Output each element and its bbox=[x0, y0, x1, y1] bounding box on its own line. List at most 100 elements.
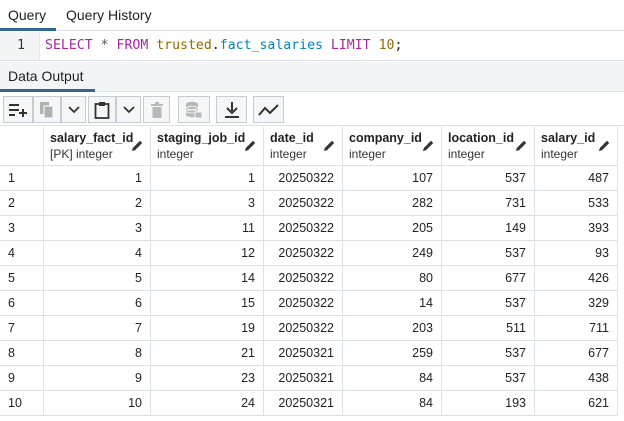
column-header[interactable]: location_id integer bbox=[442, 127, 535, 166]
table-cell[interactable]: 426 bbox=[535, 266, 618, 291]
delete-icon bbox=[150, 101, 163, 118]
row-number[interactable]: 7 bbox=[0, 316, 44, 341]
table-cell[interactable]: 20250322 bbox=[264, 241, 343, 266]
table-cell[interactable]: 193 bbox=[442, 391, 535, 416]
table-cell[interactable]: 80 bbox=[343, 266, 442, 291]
table-cell[interactable]: 533 bbox=[535, 191, 618, 216]
row-number[interactable]: 6 bbox=[0, 291, 44, 316]
table-cell[interactable]: 537 bbox=[442, 166, 535, 191]
table-cell[interactable]: 537 bbox=[442, 291, 535, 316]
table-cell[interactable]: 205 bbox=[343, 216, 442, 241]
edit-column-icon[interactable] bbox=[598, 139, 611, 157]
edit-column-icon[interactable] bbox=[422, 139, 435, 157]
download-button[interactable] bbox=[216, 96, 247, 123]
table-cell[interactable]: 20250321 bbox=[264, 391, 343, 416]
table-cell[interactable]: 511 bbox=[442, 316, 535, 341]
row-number[interactable]: 10 bbox=[0, 391, 44, 416]
table-cell[interactable]: 14 bbox=[151, 266, 264, 291]
table-cell[interactable]: 259 bbox=[343, 341, 442, 366]
table-cell[interactable]: 3 bbox=[151, 191, 264, 216]
sql-schema: trusted bbox=[156, 38, 212, 53]
table-cell[interactable]: 20250322 bbox=[264, 216, 343, 241]
table-cell[interactable]: 84 bbox=[343, 391, 442, 416]
table-cell[interactable]: 24 bbox=[151, 391, 264, 416]
table-cell[interactable]: 4 bbox=[44, 241, 151, 266]
table-cell[interactable]: 282 bbox=[343, 191, 442, 216]
table-cell[interactable]: 10 bbox=[44, 391, 151, 416]
table-cell[interactable]: 84 bbox=[343, 366, 442, 391]
column-header[interactable]: salary_id integer bbox=[535, 127, 618, 166]
row-number[interactable]: 8 bbox=[0, 341, 44, 366]
table-cell[interactable]: 20250322 bbox=[264, 266, 343, 291]
edit-column-icon[interactable] bbox=[244, 139, 257, 157]
row-number[interactable]: 1 bbox=[0, 166, 44, 191]
table-cell[interactable]: 249 bbox=[343, 241, 442, 266]
table-cell[interactable]: 677 bbox=[535, 341, 618, 366]
table-cell[interactable]: 23 bbox=[151, 366, 264, 391]
sql-line[interactable]: SELECT * FROM trusted.fact_salaries LIMI… bbox=[45, 32, 402, 60]
tab-query-history[interactable]: Query History bbox=[57, 0, 167, 31]
row-number[interactable]: 3 bbox=[0, 216, 44, 241]
copy-options-dropdown[interactable] bbox=[61, 96, 86, 123]
row-number[interactable]: 2 bbox=[0, 191, 44, 216]
table-cell[interactable]: 731 bbox=[442, 191, 535, 216]
table-cell[interactable]: 20250321 bbox=[264, 366, 343, 391]
table-cell[interactable]: 1 bbox=[44, 166, 151, 191]
table-cell[interactable]: 20250322 bbox=[264, 291, 343, 316]
table-cell[interactable]: 621 bbox=[535, 391, 618, 416]
table-cell[interactable]: 8 bbox=[44, 341, 151, 366]
delete-button[interactable] bbox=[143, 96, 170, 123]
table-cell[interactable]: 7 bbox=[44, 316, 151, 341]
table-cell[interactable]: 14 bbox=[343, 291, 442, 316]
table-cell[interactable]: 9 bbox=[44, 366, 151, 391]
tab-data-output[interactable]: Data Output bbox=[0, 62, 95, 92]
edit-column-icon[interactable] bbox=[515, 139, 528, 157]
table-cell[interactable]: 537 bbox=[442, 241, 535, 266]
table-cell[interactable]: 203 bbox=[343, 316, 442, 341]
table-cell[interactable]: 393 bbox=[535, 216, 618, 241]
paste-button[interactable] bbox=[88, 96, 116, 123]
column-header[interactable]: company_id integer bbox=[343, 127, 442, 166]
table-cell[interactable]: 438 bbox=[535, 366, 618, 391]
table-cell[interactable]: 6 bbox=[44, 291, 151, 316]
column-header[interactable]: salary_fact_id [PK] integer bbox=[44, 127, 151, 166]
edit-column-icon[interactable] bbox=[131, 139, 144, 157]
row-number[interactable]: 4 bbox=[0, 241, 44, 266]
table-cell[interactable]: 20250322 bbox=[264, 316, 343, 341]
column-header[interactable]: date_id integer bbox=[264, 127, 343, 166]
edit-column-icon[interactable] bbox=[323, 139, 336, 157]
paste-options-dropdown[interactable] bbox=[116, 96, 141, 123]
row-number[interactable]: 9 bbox=[0, 366, 44, 391]
tab-query[interactable]: Query bbox=[0, 0, 56, 31]
table-cell[interactable]: 20250322 bbox=[264, 166, 343, 191]
table-cell[interactable]: 487 bbox=[535, 166, 618, 191]
table-cell[interactable]: 1 bbox=[151, 166, 264, 191]
table-cell[interactable]: 21 bbox=[151, 341, 264, 366]
graph-visualiser-button[interactable] bbox=[253, 96, 284, 123]
chevron-down-icon bbox=[67, 105, 80, 113]
table-cell[interactable]: 19 bbox=[151, 316, 264, 341]
table-cell[interactable]: 3 bbox=[44, 216, 151, 241]
table-cell[interactable]: 2 bbox=[44, 191, 151, 216]
table-cell[interactable]: 711 bbox=[535, 316, 618, 341]
table-cell[interactable]: 5 bbox=[44, 266, 151, 291]
table-cell[interactable]: 329 bbox=[535, 291, 618, 316]
table-cell[interactable]: 107 bbox=[343, 166, 442, 191]
add-row-button[interactable] bbox=[3, 96, 33, 123]
row-number[interactable]: 5 bbox=[0, 266, 44, 291]
table-cell[interactable]: 537 bbox=[442, 341, 535, 366]
table-cell[interactable]: 15 bbox=[151, 291, 264, 316]
copy-button[interactable] bbox=[33, 96, 61, 123]
table-cell[interactable]: 677 bbox=[442, 266, 535, 291]
save-data-button[interactable] bbox=[178, 96, 210, 123]
table-cell[interactable]: 93 bbox=[535, 241, 618, 266]
table-cell[interactable]: 149 bbox=[442, 216, 535, 241]
sql-editor[interactable]: 1 SELECT * FROM trusted.fact_salaries LI… bbox=[0, 32, 624, 61]
table-cell[interactable]: 12 bbox=[151, 241, 264, 266]
table-cell[interactable]: 20250322 bbox=[264, 191, 343, 216]
column-header[interactable]: staging_job_id integer bbox=[151, 127, 264, 166]
table-cell[interactable]: 537 bbox=[442, 366, 535, 391]
table-cell[interactable]: 11 bbox=[151, 216, 264, 241]
sql-keyword-limit: LIMIT bbox=[330, 38, 371, 53]
table-cell[interactable]: 20250321 bbox=[264, 341, 343, 366]
